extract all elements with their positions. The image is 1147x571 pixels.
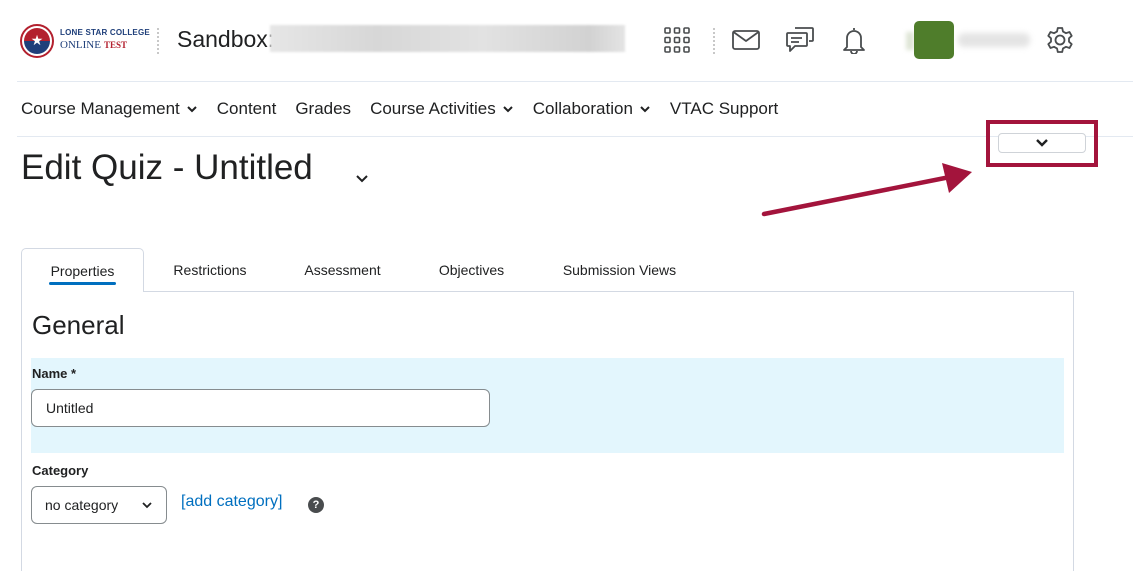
- annotation-highlight-box: [986, 120, 1098, 167]
- tab-objectives[interactable]: Objectives: [409, 248, 534, 292]
- nav-course-activities[interactable]: Course Activities: [370, 99, 514, 119]
- logo-line2: ONLINE TEST: [60, 39, 127, 51]
- nav-content[interactable]: Content: [217, 99, 277, 119]
- nav-label: Course Activities: [370, 99, 496, 118]
- nav-vtac-support[interactable]: VTAC Support: [670, 99, 778, 119]
- add-category-link[interactable]: [add category]: [181, 493, 282, 511]
- tab-label: Assessment: [304, 262, 381, 278]
- nav-divider-line: [17, 136, 1133, 137]
- college-seal-icon: [20, 24, 54, 58]
- nav-label: Grades: [295, 99, 352, 118]
- help-icon[interactable]: ?: [308, 497, 324, 513]
- bell-icon[interactable]: [834, 20, 874, 60]
- logo-line1: LONE STAR COLLEGE: [60, 28, 150, 37]
- nav-grades[interactable]: Grades: [295, 99, 351, 119]
- course-navbar: Course Management Content Grades Course …: [21, 97, 797, 121]
- chevron-down-icon: [187, 106, 197, 113]
- avatar[interactable]: [914, 21, 954, 59]
- apps-grid-icon[interactable]: [657, 20, 697, 60]
- category-label: Category: [32, 463, 89, 478]
- quiz-tabs: Properties Restrictions Assessment Objec…: [21, 248, 705, 292]
- lone-star-college-logo[interactable]: LONE STAR COLLEGE ONLINETEST: [20, 22, 150, 60]
- name-label: Name *: [32, 366, 77, 381]
- header-divider: [157, 28, 159, 54]
- tab-label: Submission Views: [562, 262, 677, 278]
- nav-label: Course Management: [21, 99, 180, 118]
- title-chevron-down-icon[interactable]: [352, 168, 372, 188]
- chevron-down-icon: [503, 106, 513, 113]
- nav-label: Content: [216, 99, 277, 118]
- tab-label: Restrictions: [173, 262, 247, 278]
- name-input[interactable]: [31, 389, 490, 427]
- annotation-arrow-icon: [761, 163, 972, 217]
- category-select[interactable]: no category: [31, 486, 167, 524]
- tab-properties[interactable]: Properties: [21, 248, 144, 292]
- chevron-down-icon: [142, 502, 152, 509]
- gear-icon[interactable]: [1040, 20, 1080, 60]
- avatar-edge: [906, 32, 914, 50]
- category-selected-value: no category: [45, 497, 119, 513]
- icons-divider: [713, 28, 715, 54]
- logo-line3: TEST: [103, 40, 127, 50]
- page-title: Edit Quiz - Untitled: [21, 148, 313, 187]
- header-divider-line: [17, 81, 1133, 82]
- chat-icon[interactable]: [780, 20, 820, 60]
- active-tab-indicator: [49, 282, 116, 285]
- redacted-user-name[interactable]: [958, 33, 1030, 47]
- tab-label: Objectives: [438, 262, 505, 278]
- tab-label: Properties: [50, 262, 115, 279]
- tab-assessment[interactable]: Assessment: [276, 248, 409, 292]
- panel-border-left: [21, 291, 22, 571]
- chevron-down-icon: [640, 106, 650, 113]
- nav-course-management[interactable]: Course Management: [21, 99, 198, 119]
- nav-label: VTAC Support: [669, 99, 779, 118]
- redacted-course-name: [270, 25, 625, 52]
- section-title: General: [32, 310, 125, 340]
- tab-submission-views[interactable]: Submission Views: [534, 248, 705, 292]
- nav-label: Collaboration: [532, 99, 633, 118]
- tab-restrictions[interactable]: Restrictions: [144, 248, 276, 292]
- org-title[interactable]: Sandbox:: [177, 26, 274, 53]
- mail-icon[interactable]: [726, 20, 766, 60]
- nav-collaboration[interactable]: Collaboration: [533, 99, 651, 119]
